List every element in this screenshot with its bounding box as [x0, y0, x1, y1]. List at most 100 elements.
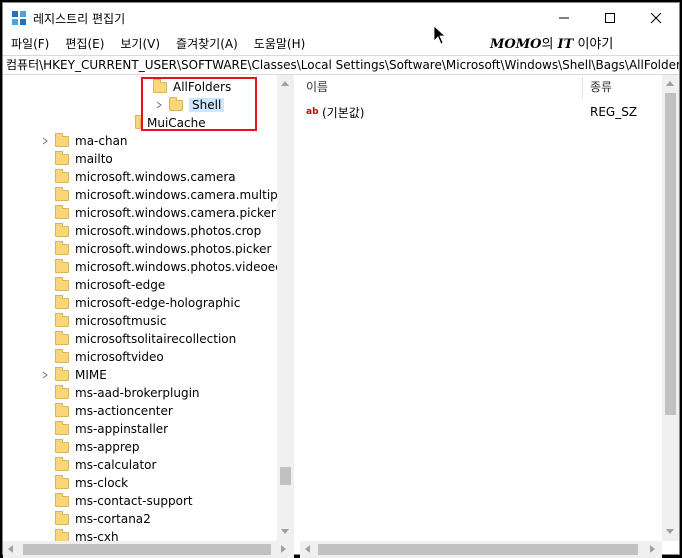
- folder-icon: [55, 456, 69, 471]
- menu-help[interactable]: 도움말(H): [246, 33, 314, 55]
- tree-item[interactable]: MIME: [39, 366, 107, 384]
- tree-item[interactable]: ms-apprep: [39, 438, 140, 456]
- address-bar[interactable]: 컴퓨터\HKEY_CURRENT_USER\SOFTWARE\Classes\L…: [3, 55, 679, 75]
- tree-item-label: microsoft-edge: [75, 278, 166, 292]
- tree-hscrollbar-thumb[interactable]: [23, 544, 271, 555]
- values-pane: 이름 종류 ab (기본값) REG_SZ: [300, 75, 679, 541]
- tree-item[interactable]: microsoft-edge: [39, 276, 165, 294]
- chevron-right-icon[interactable]: [39, 369, 51, 381]
- folder-icon: [55, 186, 69, 201]
- values-hscrollbar[interactable]: [300, 541, 662, 558]
- tree-item[interactable]: microsoft.windows.photos.picker: [39, 240, 271, 258]
- tree-item[interactable]: ms-appinstaller: [39, 420, 168, 438]
- folder-icon: [55, 168, 69, 183]
- tree-item[interactable]: ms-clock: [39, 474, 128, 492]
- tree-item-label: microsoftsolitairecollection: [75, 332, 237, 346]
- close-icon: [650, 12, 662, 24]
- tree-item-label: microsoft.windows.camera.picker: [75, 206, 276, 220]
- menu-file[interactable]: 파일(F): [3, 33, 57, 55]
- column-header-type[interactable]: 종류: [584, 75, 664, 99]
- folder-icon: [55, 132, 69, 147]
- column-separator[interactable]: [582, 77, 583, 99]
- menu-view[interactable]: 보기(V): [112, 33, 168, 55]
- column-header-name[interactable]: 이름: [300, 75, 580, 99]
- tree-item[interactable]: ms-actioncenter: [39, 402, 173, 420]
- watermark-it: IT: [557, 37, 574, 52]
- tree-item[interactable]: ms-aad-brokerplugin: [39, 384, 200, 402]
- scroll-right-icon[interactable]: [281, 545, 286, 553]
- tree-item[interactable]: ms-contact-support: [39, 492, 193, 510]
- tree-item[interactable]: microsoftsolitairecollection: [39, 330, 236, 348]
- tree-item[interactable]: mailto: [39, 150, 113, 168]
- tree-item[interactable]: microsoft-edge-holographic: [39, 294, 240, 312]
- close-button[interactable]: [633, 3, 679, 33]
- tree-item[interactable]: microsoft.windows.photos.videoedit: [39, 258, 291, 276]
- maximize-icon: [605, 13, 615, 23]
- watermark-tail: 이야기: [577, 37, 614, 52]
- folder-icon: [55, 312, 69, 327]
- scroll-left-icon[interactable]: [8, 545, 13, 553]
- tree-item[interactable]: ms-cortana2: [39, 510, 151, 528]
- tree-item-label: microsoft.windows.camera.multipicker: [75, 188, 293, 202]
- folder-icon: [55, 528, 69, 541]
- tree-item[interactable]: microsoftvideo: [39, 348, 164, 366]
- folder-icon: [55, 366, 69, 381]
- watermark: MOMO의 IT 이야기: [490, 33, 613, 52]
- tree-item-label: ma-chan: [75, 134, 128, 148]
- scroll-left-icon[interactable]: [305, 545, 310, 553]
- tree-item-label: ms-contact-support: [75, 494, 193, 508]
- tree-item-label: ms-cxh: [75, 530, 119, 541]
- window-title: 레지스트리 편집기: [33, 12, 126, 26]
- folder-icon: [55, 276, 69, 291]
- tree-item-label: microsoftmusic: [75, 314, 167, 328]
- tree-item-label: ms-apprep: [75, 440, 140, 454]
- value-name: (기본값): [322, 105, 365, 120]
- tree-scrollbar-thumb[interactable]: [280, 467, 291, 485]
- folder-icon: [55, 348, 69, 363]
- tree-item[interactable]: ma-chan: [39, 132, 128, 150]
- tree-item[interactable]: microsoftmusic: [39, 312, 166, 330]
- tree-item-label: mailto: [75, 152, 113, 166]
- watermark-brand: MOMO: [490, 37, 542, 52]
- maximize-button[interactable]: [587, 3, 633, 33]
- values-hscrollbar-thumb[interactable]: [318, 544, 638, 555]
- tree-item[interactable]: ms-calculator: [39, 456, 156, 474]
- menu-edit[interactable]: 편집(E): [57, 33, 112, 55]
- tree-item-label: microsoft-edge-holographic: [75, 296, 241, 310]
- values-scrollbar[interactable]: [662, 75, 679, 541]
- tree-item[interactable]: microsoft.windows.camera: [39, 168, 236, 186]
- tree-item-label: microsoft.windows.photos.picker: [75, 242, 272, 256]
- chevron-right-icon[interactable]: [39, 135, 51, 147]
- menu-favorites[interactable]: 즐겨찾기(A): [168, 33, 246, 55]
- folder-icon: [55, 384, 69, 399]
- tree-item-label: microsoft.windows.photos.crop: [75, 224, 262, 238]
- value-type-cell: REG_SZ: [590, 103, 637, 121]
- tree-scrollbar[interactable]: [277, 75, 294, 541]
- values-scrollbar-thumb[interactable]: [665, 93, 676, 415]
- scroll-down-icon[interactable]: [666, 529, 674, 534]
- folder-icon: [55, 402, 69, 417]
- folder-icon: [55, 240, 69, 255]
- folder-icon: [55, 474, 69, 489]
- tree-item[interactable]: ms-cxh: [39, 528, 119, 541]
- tree-item-label: ms-clock: [75, 476, 129, 490]
- tree-item-label: microsoft.windows.camera: [75, 170, 236, 184]
- scroll-up-icon[interactable]: [281, 81, 289, 86]
- scroll-up-icon[interactable]: [666, 81, 674, 86]
- title-bar: 레지스트리 편집기: [3, 3, 679, 33]
- tree-item-label: ms-aad-brokerplugin: [75, 386, 200, 400]
- folder-icon: [55, 204, 69, 219]
- tree-item-label: microsoftvideo: [75, 350, 164, 364]
- tree-hscrollbar[interactable]: [3, 541, 294, 558]
- tree-item[interactable]: microsoft.windows.photos.crop: [39, 222, 261, 240]
- scroll-down-icon[interactable]: [281, 529, 289, 534]
- ab-string-icon: ab: [306, 107, 319, 117]
- minimize-button[interactable]: [541, 3, 587, 33]
- tree-item-label: MIME: [75, 368, 107, 382]
- tree-item[interactable]: microsoft.windows.camera.picker: [39, 204, 276, 222]
- registry-editor-window: 레지스트리 편집기 파일(F) 편집(E) 보기(V) 즐겨찾기(A) 도움말(…: [2, 2, 680, 558]
- scroll-right-icon[interactable]: [650, 545, 655, 553]
- minimize-icon: [559, 17, 569, 19]
- value-row[interactable]: ab (기본값): [306, 103, 364, 121]
- tree-item[interactable]: microsoft.windows.camera.multipicker: [39, 186, 293, 204]
